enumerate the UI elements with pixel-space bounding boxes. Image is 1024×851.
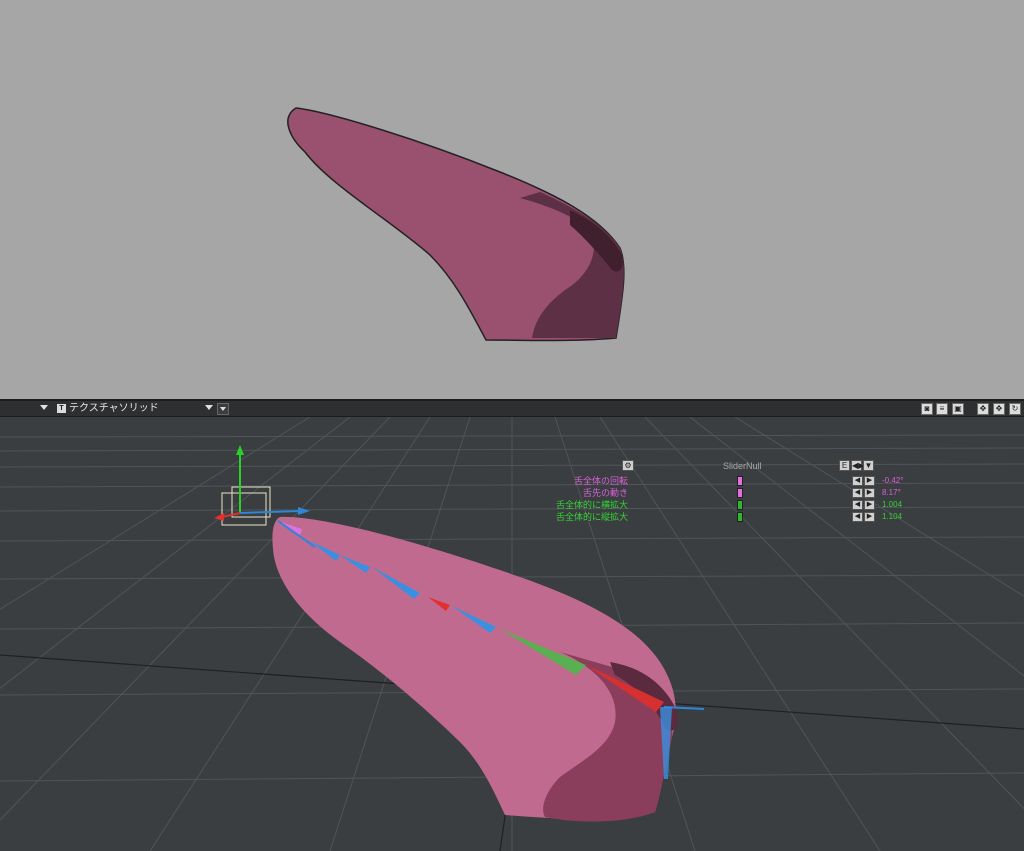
slider-value: -0.42° <box>882 476 904 485</box>
slider-label: 舌全体の回転 <box>573 476 628 486</box>
slider-increment-button[interactable]: ▶ <box>864 500 875 510</box>
slider-increment-button[interactable]: ▶ <box>864 488 875 498</box>
slider-handle[interactable] <box>737 476 743 486</box>
slider-settings-icon[interactable]: ⚙ <box>622 460 634 471</box>
slider-value: 1.004 <box>882 500 903 509</box>
rotate-view-icon[interactable]: ↻ <box>1009 403 1021 415</box>
slider-step-button[interactable]: ◀▶ <box>851 460 864 471</box>
texture-badge-icon: T <box>57 403 66 413</box>
slider-label: 舌全体的に横拡大 <box>555 500 628 510</box>
slider-value: 8.17° <box>882 488 901 497</box>
slider-row: 舌全体的に縦拡大 ◀ ▶ 1.104 <box>540 511 920 523</box>
viewport-toolbar: T テクスチャソリッド ◙ ≡ ▣ ✥ ✥ ↻ <box>0 399 1024 417</box>
bottom-viewport[interactable]: ⚙ SliderNull E ◀▶ ▼ 舌全体の回転 ◀ ▶ -0.42° 舌先… <box>0 417 1024 851</box>
render-camera-icon[interactable]: ◙ <box>921 403 933 415</box>
list-icon[interactable]: ≡ <box>936 403 948 415</box>
tongue-model-bottom <box>272 516 679 822</box>
slider-edit-button[interactable]: E <box>839 460 850 471</box>
move-view-icon[interactable]: ✥ <box>977 403 989 415</box>
slider-increment-button[interactable]: ▶ <box>864 512 875 522</box>
slider-handle[interactable] <box>737 500 743 510</box>
slider-menu-button[interactable]: ▼ <box>863 460 874 471</box>
slider-row: 舌先の動き ◀ ▶ 8.17° <box>540 487 920 499</box>
pan-view-icon[interactable]: ✥ <box>993 403 1005 415</box>
view-mode-selector[interactable]: T テクスチャソリッド <box>57 403 159 415</box>
slider-panel-title: SliderNull <box>723 461 762 471</box>
slider-row: 舌全体的に横拡大 ◀ ▶ 1.004 <box>540 499 920 511</box>
view-mode-dropdown-arrow[interactable] <box>205 405 213 410</box>
slider-decrement-button[interactable]: ◀ <box>852 512 863 522</box>
slider-label: 舌全体的に縦拡大 <box>555 512 628 522</box>
viewport-menu-dropdown-arrow[interactable] <box>40 405 48 410</box>
slider-handle[interactable] <box>737 488 743 498</box>
view-mode-label: テクスチャソリッド <box>69 403 159 414</box>
slider-panel: ⚙ SliderNull E ◀▶ ▼ 舌全体の回転 ◀ ▶ -0.42° 舌先… <box>540 459 920 529</box>
view-options-dropdown-icon[interactable] <box>217 403 229 415</box>
slider-increment-button[interactable]: ▶ <box>864 476 875 486</box>
slider-label: 舌先の動き <box>582 488 628 498</box>
slider-decrement-button[interactable]: ◀ <box>852 488 863 498</box>
tongue-model-top <box>287 107 625 342</box>
slider-decrement-button[interactable]: ◀ <box>852 476 863 486</box>
slider-decrement-button[interactable]: ◀ <box>852 500 863 510</box>
slider-row: 舌全体の回転 ◀ ▶ -0.42° <box>540 475 920 487</box>
slider-handle[interactable] <box>737 512 743 522</box>
save-icon[interactable]: ▣ <box>952 403 964 415</box>
slider-value: 1.104 <box>882 512 903 521</box>
top-viewport[interactable] <box>0 0 1024 399</box>
